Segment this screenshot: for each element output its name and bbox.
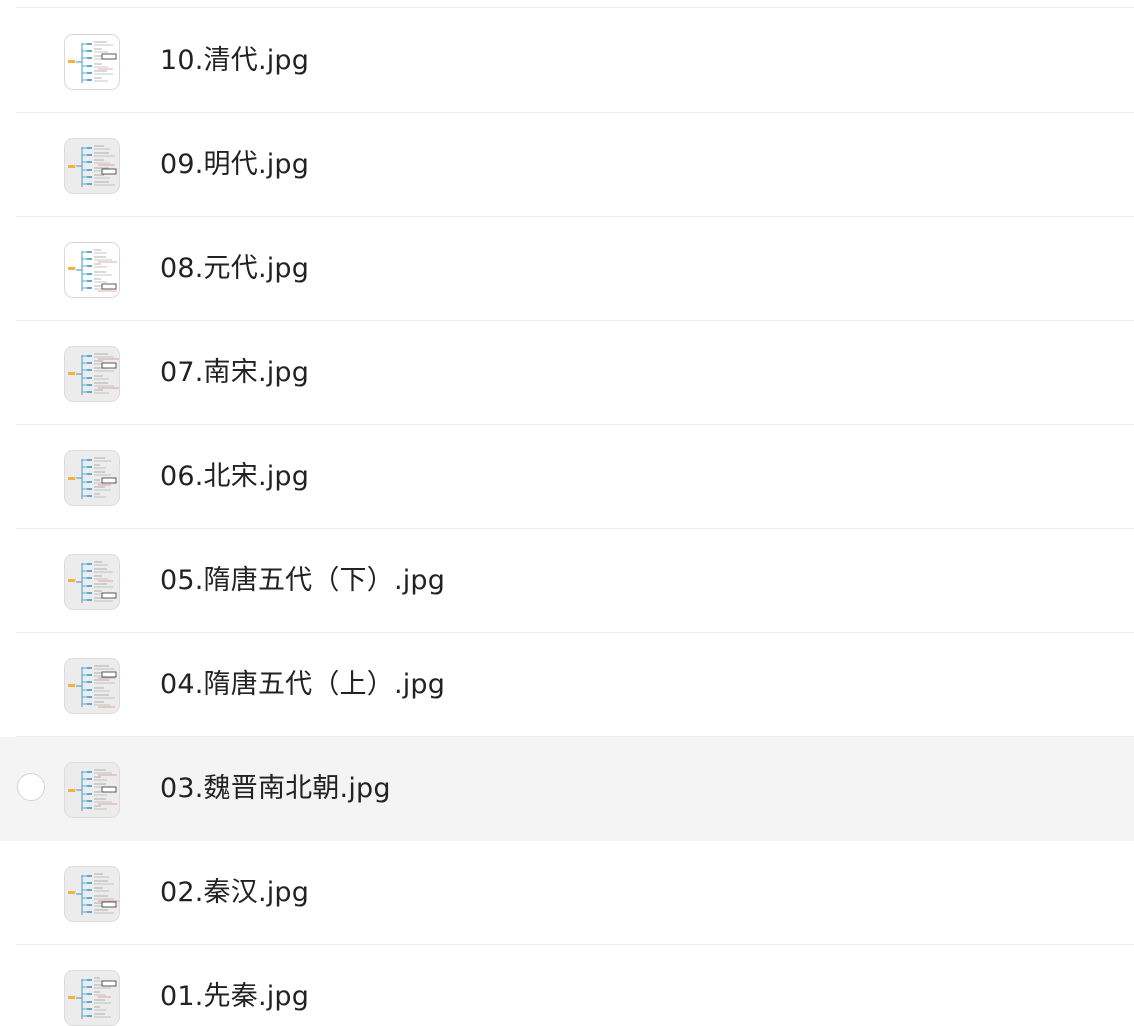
image-thumbnail-icon <box>64 34 120 90</box>
file-name: 08.元代.jpg <box>160 253 310 284</box>
file-row[interactable]: 05.隋唐五代（下）.jpg <box>0 529 1134 633</box>
file-row[interactable]: 07.南宋.jpg <box>0 321 1134 425</box>
file-row[interactable]: 10.清代.jpg <box>0 9 1134 113</box>
file-list: 10.清代.jpg 09.明代.jpg 08.元代.jpg 07.南宋.jpg 06.北… <box>0 0 1134 1026</box>
file-row[interactable]: 04.隋唐五代（上）.jpg <box>0 633 1134 737</box>
file-row[interactable]: 01.先秦.jpg <box>0 945 1134 1026</box>
file-row[interactable]: 06.北宋.jpg <box>0 425 1134 529</box>
image-thumbnail-icon <box>64 554 120 610</box>
file-row[interactable]: 03.魏晋南北朝.jpg <box>0 737 1134 841</box>
image-thumbnail-icon <box>64 762 120 818</box>
file-row[interactable]: 09.明代.jpg <box>0 113 1134 217</box>
image-thumbnail-icon <box>64 242 120 298</box>
image-thumbnail-icon <box>64 658 120 714</box>
image-thumbnail-icon <box>64 970 120 1026</box>
image-thumbnail-icon <box>64 866 120 922</box>
file-name: 03.魏晋南北朝.jpg <box>160 773 391 804</box>
file-name: 05.隋唐五代（下）.jpg <box>160 565 446 596</box>
image-thumbnail-icon <box>64 346 120 402</box>
file-name: 06.北宋.jpg <box>160 461 310 492</box>
file-row[interactable]: 08.元代.jpg <box>0 217 1134 321</box>
file-name: 02.秦汉.jpg <box>160 877 310 908</box>
file-name: 04.隋唐五代（上）.jpg <box>160 669 446 700</box>
image-thumbnail-icon <box>64 138 120 194</box>
image-thumbnail-icon <box>64 450 120 506</box>
file-name: 01.先秦.jpg <box>160 981 310 1012</box>
file-name: 10.清代.jpg <box>160 45 310 76</box>
file-row[interactable]: 02.秦汉.jpg <box>0 841 1134 945</box>
file-name: 07.南宋.jpg <box>160 357 310 388</box>
file-name: 09.明代.jpg <box>160 149 310 180</box>
select-radio[interactable] <box>17 773 45 801</box>
top-divider <box>16 7 1134 8</box>
